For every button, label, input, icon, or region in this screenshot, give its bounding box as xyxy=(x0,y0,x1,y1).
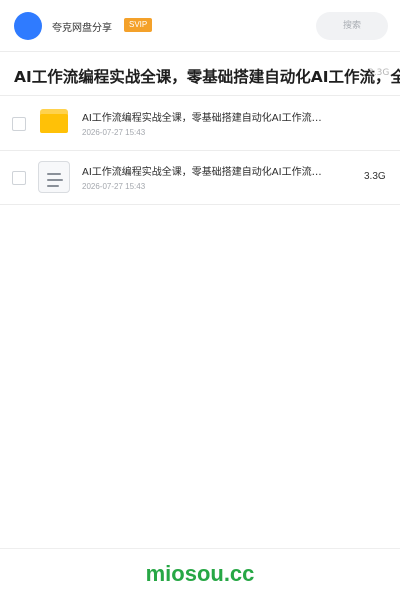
search-button[interactable]: 搜索 xyxy=(316,12,388,40)
share-total-size: 3.3G xyxy=(368,68,390,78)
share-title-row: AI工作流编程实战全课，零基础搭建自动化AI工作流，全场 3.3G xyxy=(0,53,400,96)
document-icon xyxy=(38,161,70,193)
file-row[interactable]: AI工作流编程实战全课，零基础搭建自动化AI工作流… 2026-07-27 15… xyxy=(0,151,400,205)
share-title: AI工作流编程实战全课，零基础搭建自动化AI工作流，全场 xyxy=(14,68,400,86)
file-size: 3.3G xyxy=(364,171,386,182)
footer: miosou.cc xyxy=(0,548,400,600)
brand-name: 夸克网盘分享 xyxy=(52,23,112,34)
file-name[interactable]: AI工作流编程实战全课，零基础搭建自动化AI工作流… xyxy=(82,163,348,178)
file-date: 2026-07-27 15:43 xyxy=(82,128,146,137)
folder-icon xyxy=(40,109,68,133)
file-checkbox[interactable] xyxy=(12,171,26,185)
svip-badge: SVIP xyxy=(124,18,153,32)
header: 夸克网盘分享 SVIP 搜索 xyxy=(0,0,400,52)
file-row[interactable]: AI工作流编程实战全课，零基础搭建自动化AI工作流… 2026-07-27 15… xyxy=(0,97,400,151)
file-name[interactable]: AI工作流编程实战全课，零基础搭建自动化AI工作流… xyxy=(82,109,348,124)
file-date: 2026-07-27 15:43 xyxy=(82,182,146,191)
avatar[interactable] xyxy=(14,12,42,40)
file-checkbox[interactable] xyxy=(12,117,26,131)
site-watermark: miosou.cc xyxy=(145,561,255,586)
share-page: 夸克网盘分享 SVIP 搜索 AI工作流编程实战全课，零基础搭建自动化AI工作流… xyxy=(0,0,400,600)
